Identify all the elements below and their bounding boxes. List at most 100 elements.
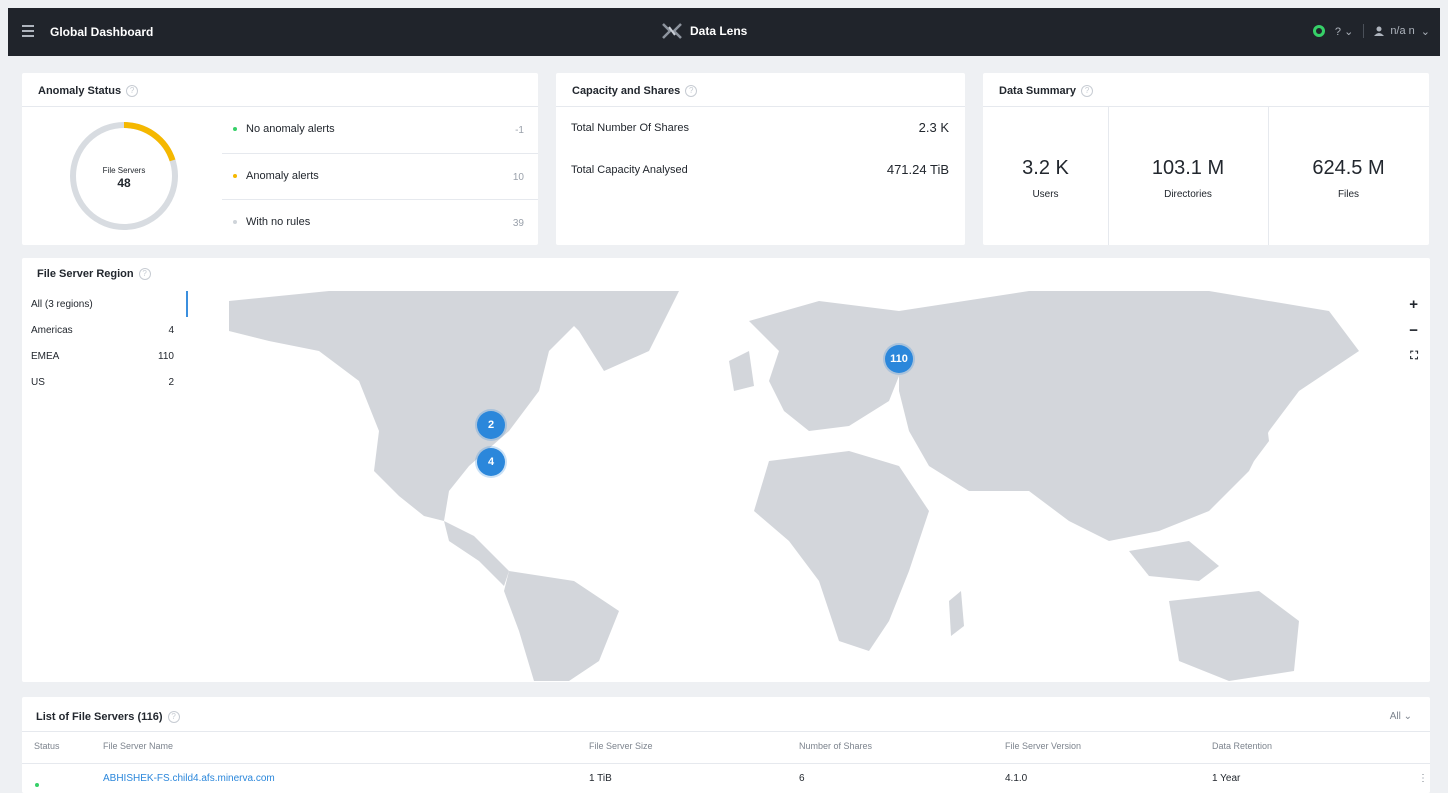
users-value: 3.2 K — [1022, 157, 1069, 179]
region-count: 2 — [168, 376, 174, 388]
help-icon[interactable]: ? — [685, 85, 698, 97]
card-title: Data Summary ? — [999, 85, 1094, 97]
row-label: With no rules — [246, 216, 311, 228]
divider — [22, 731, 1430, 732]
shares-label: Total Number Of Shares — [571, 122, 689, 134]
region-card: File Server Region ? All (3 regions) Ame… — [22, 258, 1430, 682]
page-title[interactable]: Global Dashboard — [50, 25, 153, 39]
brand-name: Data Lens — [690, 24, 748, 38]
nutanix-logo-icon — [662, 23, 682, 39]
column-header-version[interactable]: File Server Version — [1005, 741, 1081, 751]
region-name: EMEA — [31, 350, 60, 362]
file-server-size: 1 TiB — [589, 773, 612, 784]
column-header-shares[interactable]: Number of Shares — [799, 741, 872, 751]
number-of-shares: 6 — [799, 773, 805, 784]
file-server-version: 4.1.0 — [1005, 773, 1028, 784]
region-item-americas[interactable]: Americas 4 — [22, 317, 188, 343]
directories-value: 103.1 M — [1151, 157, 1225, 179]
chevron-down-icon: ⌄ — [1344, 25, 1354, 38]
card-title: Anomaly Status ? — [38, 85, 139, 97]
status-dot-icon — [35, 783, 39, 787]
shares-value: 2.3 K — [918, 120, 949, 135]
world-map-land — [229, 291, 1359, 681]
zoom-in-button[interactable]: + — [1409, 296, 1418, 313]
map-cluster-americas[interactable]: 4 — [477, 448, 505, 476]
green-dot-icon — [233, 127, 237, 132]
filter-value: All — [1389, 711, 1401, 722]
row-label: No anomaly alerts — [246, 123, 335, 135]
region-title: File Server Region — [37, 268, 134, 280]
filter-dropdown[interactable]: All ⌄ — [1390, 711, 1412, 722]
region-item-emea[interactable]: EMEA 110 — [22, 343, 188, 369]
help-menu[interactable]: ? ⌄ — [1335, 25, 1353, 38]
row-count: 10 — [512, 172, 524, 183]
region-name: Americas — [31, 324, 73, 336]
row-count: -1 — [515, 125, 524, 136]
divider — [983, 106, 1429, 107]
region-count: 4 — [168, 324, 174, 336]
help-icon[interactable]: ? — [126, 85, 139, 97]
divider — [22, 763, 1430, 764]
user-icon — [1374, 26, 1385, 36]
region-item-all[interactable]: All (3 regions) — [22, 291, 188, 317]
fullscreen-icon[interactable]: ⛶ — [1410, 350, 1418, 363]
anomaly-row-no-alerts[interactable]: No anomaly alerts — [233, 123, 335, 135]
chevron-down-icon: ⌄ — [1403, 711, 1412, 722]
file-servers-card: List of File Servers (116) ? All ⌄ Statu… — [22, 697, 1430, 793]
data-retention: 1 Year — [1212, 773, 1241, 784]
donut-label: File Servers — [102, 166, 146, 175]
card-title: Capacity and Shares ? — [572, 85, 698, 97]
files-value: 624.5 M — [1312, 157, 1385, 179]
top-bar: Global Dashboard Data Lens ? ⌄ n/a n ⌄ — [8, 8, 1440, 56]
capacity-title: Capacity and Shares — [572, 85, 681, 97]
row-count: 39 — [512, 218, 524, 229]
grey-dot-icon — [233, 220, 237, 225]
hamburger-menu-icon[interactable] — [22, 25, 34, 37]
anomaly-row-alerts[interactable]: Anomaly alerts — [233, 170, 319, 182]
help-icon[interactable]: ? — [167, 711, 180, 723]
divider — [22, 106, 538, 107]
column-header-size[interactable]: File Server Size — [589, 741, 653, 751]
capacity-value: 471.24 TiB — [886, 162, 949, 177]
world-map[interactable]: 110 2 4 — [209, 291, 1430, 681]
help-icon[interactable]: ? — [138, 268, 151, 280]
chevron-down-icon: ⌄ — [1420, 25, 1430, 38]
column-header-status[interactable]: Status — [34, 741, 60, 751]
health-status-icon[interactable] — [1312, 25, 1325, 37]
row-actions-icon[interactable]: ⋮ — [1418, 773, 1428, 784]
anomaly-status-card: Anomaly Status ? File Servers 48 No anom… — [22, 73, 538, 245]
users-label: Users — [1032, 189, 1059, 200]
files-label: Files — [1337, 189, 1360, 200]
help-icon[interactable]: ? — [1081, 85, 1094, 97]
user-menu[interactable]: n/a n ⌄ — [1374, 25, 1430, 38]
data-summary-card: Data Summary ? 3.2 K Users 103.1 M Direc… — [983, 73, 1429, 245]
capacity-card: Capacity and Shares ? Total Number Of Sh… — [556, 73, 965, 245]
column-header-name[interactable]: File Server Name — [103, 741, 173, 751]
divider — [556, 106, 965, 107]
data-summary-title: Data Summary — [999, 85, 1077, 97]
capacity-label: Total Capacity Analysed — [571, 164, 688, 176]
region-name: US — [31, 376, 45, 388]
file-server-name-link[interactable]: ABHISHEK-FS.child4.afs.minerva.com — [103, 773, 275, 784]
map-cluster-us[interactable]: 2 — [477, 411, 505, 439]
brand: Data Lens — [662, 23, 747, 39]
card-title: File Server Region ? — [37, 268, 151, 280]
region-list: All (3 regions) Americas 4 EMEA 110 US 2 — [22, 291, 188, 680]
user-name: n/a n — [1390, 25, 1415, 37]
map-cluster-emea[interactable]: 110 — [885, 345, 913, 373]
region-name: All (3 regions) — [31, 298, 93, 310]
row-label: Anomaly alerts — [246, 170, 319, 182]
top-right-controls: ? ⌄ n/a n ⌄ — [1312, 24, 1430, 38]
file-servers-title: List of File Servers (116) — [36, 711, 163, 723]
column-header-retention[interactable]: Data Retention — [1212, 741, 1272, 751]
donut-value: 48 — [117, 176, 131, 190]
divider — [1363, 24, 1365, 38]
zoom-out-button[interactable]: − — [1409, 322, 1418, 339]
anomaly-status-title: Anomaly Status — [38, 85, 122, 97]
divider — [222, 199, 538, 200]
divider — [222, 153, 538, 154]
anomaly-row-no-rules[interactable]: With no rules — [233, 216, 310, 228]
region-item-us[interactable]: US 2 — [22, 369, 188, 395]
directories-label: Directories — [1164, 189, 1212, 200]
amber-dot-icon — [233, 174, 237, 179]
